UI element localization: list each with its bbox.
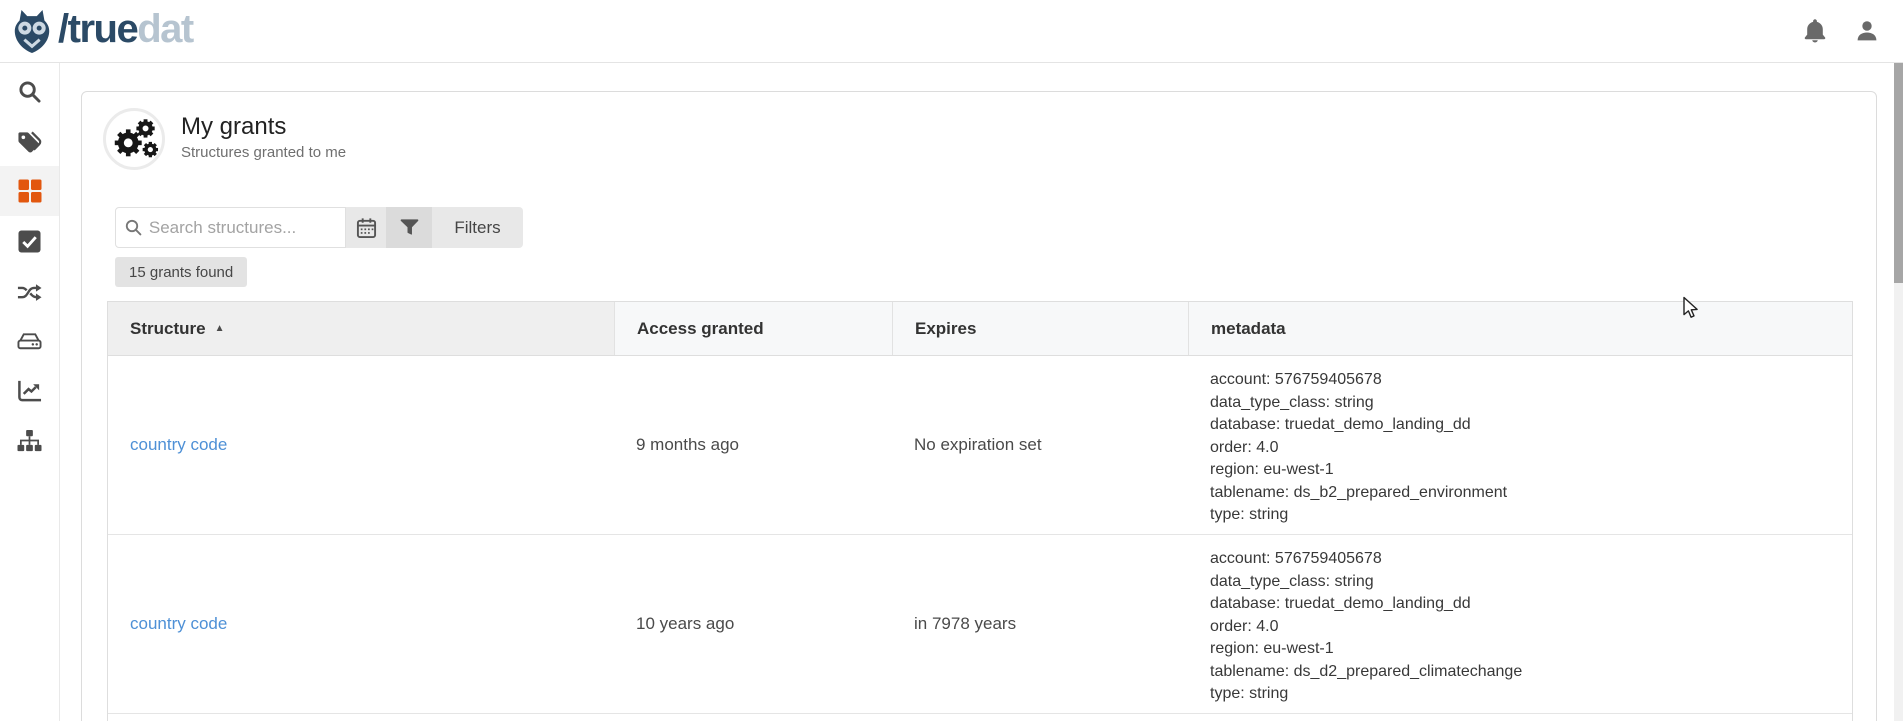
sidebar-item-storage[interactable] xyxy=(0,316,59,366)
cell-access-granted: 9 months ago xyxy=(614,356,892,534)
topbar-actions xyxy=(1803,18,1879,44)
metadata-line: order: 4.0 xyxy=(1210,437,1852,460)
filters-button[interactable]: Filters xyxy=(432,207,523,248)
top-header: /truedat xyxy=(0,0,1903,63)
screen: /truedat xyxy=(0,0,1903,721)
table-row-partial xyxy=(108,714,1852,721)
drive-icon xyxy=(17,330,42,351)
metadata-line: tablename: ds_d2_prepared_climatechange xyxy=(1210,661,1852,684)
cogs-icon xyxy=(109,114,159,164)
table-header-row: Structure ▲ Access granted Expires metad… xyxy=(108,302,1852,356)
filter-icon-button[interactable] xyxy=(386,207,432,248)
sidebar-item-tasks[interactable] xyxy=(0,216,59,266)
metadata-line: account: 576759405678 xyxy=(1210,548,1852,571)
search-toolbar: Filters xyxy=(115,207,523,248)
main-content: My grants Structures granted to me xyxy=(60,63,1903,721)
column-header-access-granted-label: Access granted xyxy=(637,319,764,339)
metadata-line: tablename: ds_b2_prepared_environment xyxy=(1210,482,1852,505)
metadata-line: type: string xyxy=(1210,683,1852,706)
sort-asc-icon: ▲ xyxy=(215,323,225,334)
shuffle-icon xyxy=(17,281,42,301)
cell-structure: country code xyxy=(108,535,614,713)
metadata-line: region: eu-west-1 xyxy=(1210,459,1852,482)
structure-link[interactable]: country code xyxy=(130,435,227,455)
metadata-line: account: 576759405678 xyxy=(1210,369,1852,392)
sidebar-item-analytics[interactable] xyxy=(0,366,59,416)
sidebar-item-hierarchy[interactable] xyxy=(0,416,59,466)
scrollbar-thumb[interactable] xyxy=(1894,63,1903,283)
calendar-icon xyxy=(356,217,377,239)
cell-expires: in 7978 years xyxy=(892,535,1188,713)
metadata-line: database: truedat_demo_landing_dd xyxy=(1210,593,1852,616)
column-header-access-granted[interactable]: Access granted xyxy=(614,302,892,355)
cell-access-granted: 10 years ago xyxy=(614,535,892,713)
check-square-icon xyxy=(18,230,41,253)
user-icon xyxy=(1855,19,1879,43)
sidebar xyxy=(0,63,60,721)
search-icon xyxy=(18,80,41,103)
grants-card: My grants Structures granted to me xyxy=(81,91,1877,721)
results-count-badge: 15 grants found xyxy=(115,257,247,287)
table-row: country code 10 years ago in 7978 years … xyxy=(108,535,1852,714)
table-row: country code 9 months ago No expiration … xyxy=(108,356,1852,535)
logo-text: /truedat xyxy=(58,9,193,53)
chart-line-icon xyxy=(17,379,42,402)
metadata-line: order: 4.0 xyxy=(1210,616,1852,639)
owl-logo-icon xyxy=(10,8,54,54)
metadata-line: type: string xyxy=(1210,504,1852,527)
grid-icon xyxy=(18,179,42,203)
grants-gears-badge xyxy=(103,108,165,170)
column-header-structure[interactable]: Structure ▲ xyxy=(108,302,614,355)
date-filter-button[interactable] xyxy=(346,207,386,248)
metadata-line: database: truedat_demo_landing_dd xyxy=(1210,414,1852,437)
column-header-metadata[interactable]: metadata xyxy=(1188,302,1852,355)
page-title: My grants xyxy=(181,113,286,141)
logo-secondary: dat xyxy=(137,7,193,51)
search-box xyxy=(115,207,346,248)
grants-table: Structure ▲ Access granted Expires metad… xyxy=(107,301,1853,721)
search-input[interactable] xyxy=(149,218,336,238)
bell-icon xyxy=(1803,18,1827,44)
column-header-metadata-label: metadata xyxy=(1211,319,1286,339)
user-menu-button[interactable] xyxy=(1855,19,1879,43)
filter-funnel-icon xyxy=(400,218,419,237)
sidebar-item-search[interactable] xyxy=(0,66,59,116)
cell-expires: No expiration set xyxy=(892,356,1188,534)
cell-structure: country code xyxy=(108,356,614,534)
page-subtitle: Structures granted to me xyxy=(181,144,346,161)
metadata-line: data_type_class: string xyxy=(1210,392,1852,415)
metadata-line: region: eu-west-1 xyxy=(1210,638,1852,661)
sidebar-item-shuffle[interactable] xyxy=(0,266,59,316)
cell-metadata: account: 576759405678 data_type_class: s… xyxy=(1188,535,1852,713)
sidebar-item-tags[interactable] xyxy=(0,116,59,166)
metadata-line: data_type_class: string xyxy=(1210,571,1852,594)
cell-metadata: account: 576759405678 data_type_class: s… xyxy=(1188,356,1852,534)
app-logo[interactable]: /truedat xyxy=(10,8,193,54)
structure-link[interactable]: country code xyxy=(130,614,227,634)
logo-slash: / xyxy=(58,7,68,51)
tags-icon xyxy=(17,129,42,154)
app-body: My grants Structures granted to me xyxy=(0,63,1903,721)
scrollbar-track[interactable] xyxy=(1894,63,1903,721)
column-header-expires-label: Expires xyxy=(915,319,976,339)
sidebar-item-grants-active[interactable] xyxy=(0,166,59,216)
logo-primary: true xyxy=(68,7,138,51)
column-header-expires[interactable]: Expires xyxy=(892,302,1188,355)
notifications-button[interactable] xyxy=(1803,18,1827,44)
column-header-structure-label: Structure xyxy=(130,319,206,339)
filters-button-label: Filters xyxy=(454,218,500,238)
sitemap-icon xyxy=(17,429,42,452)
search-input-icon xyxy=(125,219,142,236)
